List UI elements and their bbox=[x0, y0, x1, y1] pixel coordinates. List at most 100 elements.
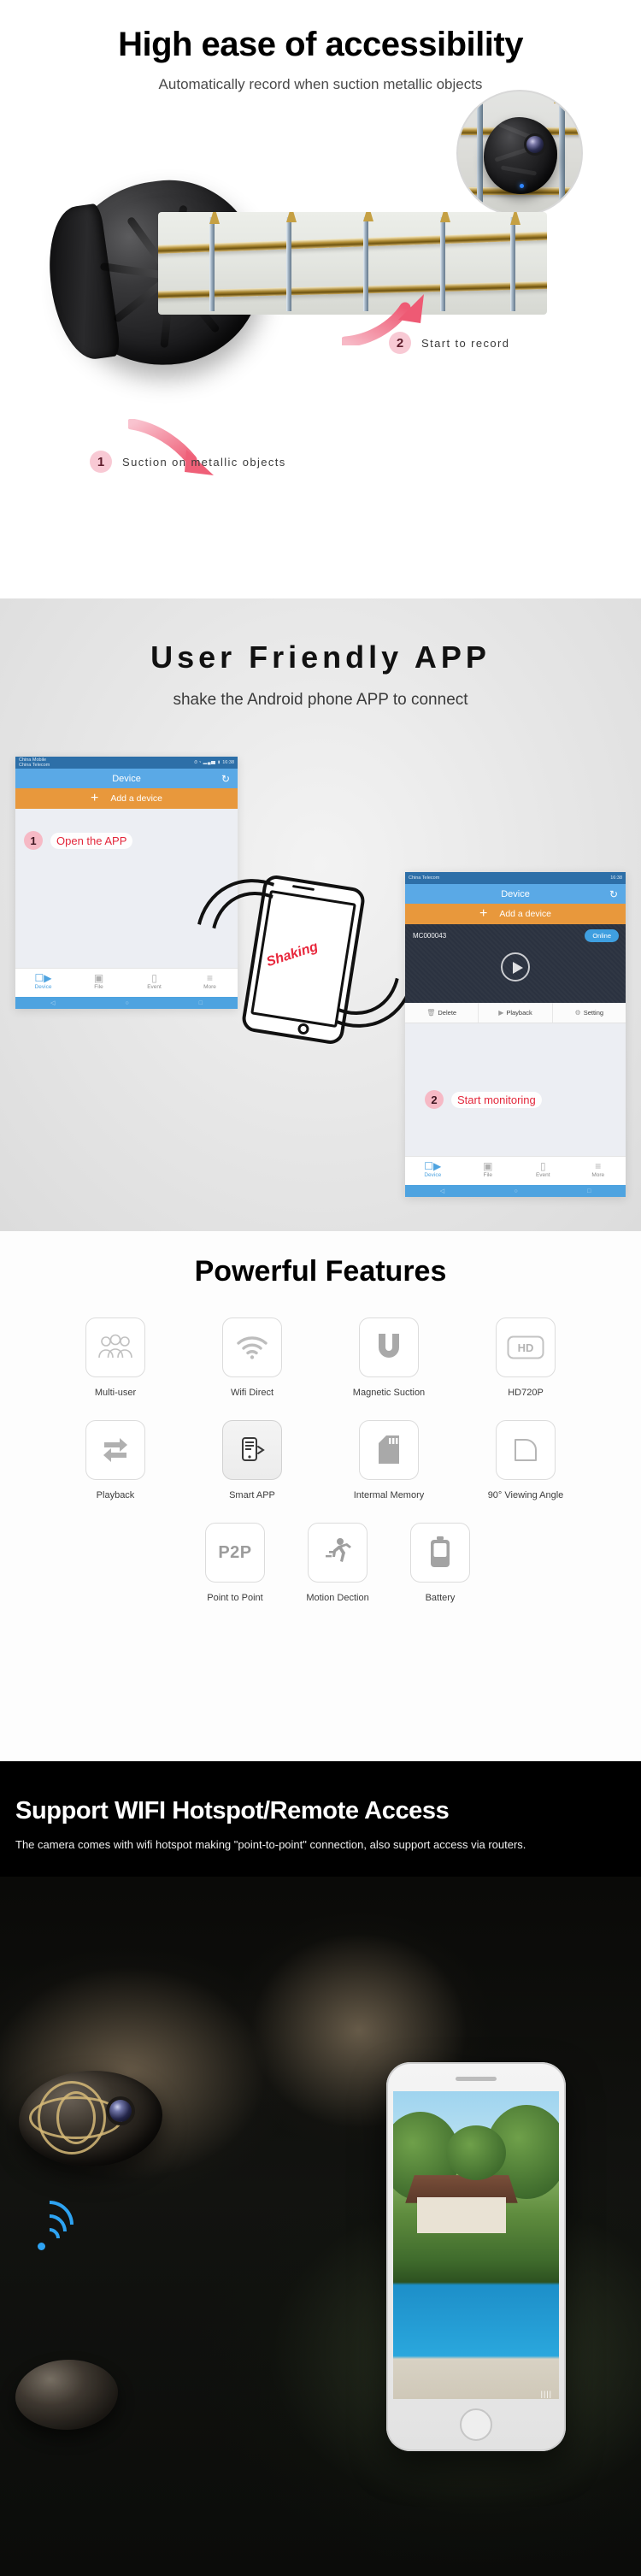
nav-device-label-left: Device bbox=[34, 984, 52, 990]
section-user-friendly-app: User Friendly APP shake the Android phon… bbox=[0, 598, 641, 1231]
features-row-2: Playback Smart APP Intermal Memory 90° V… bbox=[47, 1420, 594, 1500]
features-row-3: P2P Point to Point Motion Dection Batter… bbox=[47, 1523, 594, 1603]
step-2-number: 2 bbox=[389, 332, 411, 354]
app-header-title-right: Device bbox=[501, 888, 530, 899]
add-device-label-right: Add a device bbox=[499, 909, 552, 919]
accessibility-subtitle: Automatically record when suction metall… bbox=[158, 76, 483, 92]
image-icon: ▣ bbox=[93, 972, 104, 984]
feature-wifi-direct: Wifi Direct bbox=[184, 1317, 320, 1398]
hd-icon: HD bbox=[496, 1317, 556, 1377]
feature-label: Multi-user bbox=[94, 1388, 137, 1398]
feature-internal-memory: Intermal Memory bbox=[320, 1420, 457, 1500]
nav-event-label-left: Event bbox=[147, 984, 162, 990]
status-time-left: 16:38 bbox=[222, 760, 234, 765]
feature-viewing-angle: 90° Viewing Angle bbox=[457, 1420, 594, 1500]
step-1-suction: 1 Suction on metallic objects bbox=[90, 451, 286, 473]
app-bottom-nav-right: ☐▶ Device ▣ File ▯ Event ≡ More bbox=[405, 1156, 626, 1185]
status-led bbox=[520, 184, 524, 188]
app-title: User Friendly APP bbox=[150, 640, 491, 675]
step-1-number: 1 bbox=[90, 451, 112, 473]
app-screenshot-right: China Telecom 16:38 Device ↻ + Add a dev… bbox=[405, 872, 626, 1197]
wifi-description: The camera comes with wifi hotspot makin… bbox=[15, 1838, 526, 1851]
nav-more-right[interactable]: ≡ More bbox=[571, 1157, 626, 1185]
android-sysnav-left: ◁ ○ □ bbox=[15, 997, 238, 1009]
phone-home-button[interactable] bbox=[460, 2408, 492, 2441]
device-preview-card[interactable]: MC000043 Online bbox=[405, 924, 626, 1003]
add-device-label-left: Add a device bbox=[110, 793, 163, 804]
feature-magnetic-suction: Magnetic Suction bbox=[320, 1317, 457, 1398]
nav-file-left[interactable]: ▣ File bbox=[71, 969, 126, 997]
carrier-line-1: China Mobile bbox=[19, 757, 47, 763]
feature-label: Wifi Direct bbox=[230, 1388, 274, 1398]
feature-motion-detection: Motion Dection bbox=[286, 1523, 389, 1603]
feature-point-to-point: P2P Point to Point bbox=[184, 1523, 286, 1603]
step-2-start-to-record: 2 Start to record bbox=[389, 332, 509, 354]
callout-2-text: Start monitoring bbox=[451, 1091, 542, 1108]
wifi-title: Support WIFI Hotspot/Remote Access bbox=[15, 1797, 450, 1824]
feature-label: 90° Viewing Angle bbox=[487, 1490, 564, 1500]
smart-app-icon bbox=[222, 1420, 282, 1480]
home-icon[interactable]: ○ bbox=[125, 1000, 128, 1006]
p2p-icon: P2P bbox=[205, 1523, 265, 1583]
section-powerful-features: Powerful Features Multi-user Wifi Direct… bbox=[0, 1231, 641, 1761]
setting-button[interactable]: ⚙ Setting bbox=[553, 1003, 626, 1023]
p2p-text: P2P bbox=[218, 1542, 252, 1562]
nav-event-right[interactable]: ▯ Event bbox=[515, 1157, 571, 1185]
features-title: Powerful Features bbox=[194, 1255, 447, 1288]
image-icon: ▣ bbox=[483, 1160, 493, 1172]
add-device-button-left[interactable]: + Add a device bbox=[15, 788, 238, 809]
sd-card-icon bbox=[359, 1420, 419, 1480]
nav-device-label-right: Device bbox=[424, 1172, 442, 1178]
app-header-title-left: Device bbox=[112, 773, 141, 784]
playback-button[interactable]: ▶ Playback bbox=[479, 1003, 553, 1023]
back-icon[interactable]: ◁ bbox=[440, 1188, 444, 1194]
feature-battery: Battery bbox=[389, 1523, 491, 1603]
message-icon: ▯ bbox=[539, 1160, 546, 1172]
accessibility-title: High ease of accessibility bbox=[118, 26, 523, 63]
plus-icon: + bbox=[90, 791, 99, 805]
app-header-left: Device ↻ bbox=[15, 769, 238, 788]
status-time-right: 16:38 bbox=[610, 875, 622, 881]
feature-label: Intermal Memory bbox=[353, 1490, 425, 1500]
wifi-icon bbox=[222, 1317, 282, 1377]
feature-label: Point to Point bbox=[207, 1593, 263, 1603]
refresh-icon[interactable]: ↻ bbox=[609, 888, 618, 900]
nav-event-left[interactable]: ▯ Event bbox=[126, 969, 182, 997]
app-subtitle: shake the Android phone APP to connect bbox=[173, 691, 468, 709]
delete-button[interactable]: 🗑 Delete bbox=[405, 1003, 479, 1023]
nav-device-left[interactable]: ☐▶ Device bbox=[15, 969, 71, 997]
app-body-right bbox=[405, 1023, 626, 1152]
app-header-right: Device ↻ bbox=[405, 884, 626, 904]
running-person-icon bbox=[308, 1523, 368, 1583]
nav-device-right[interactable]: ☐▶ Device bbox=[405, 1157, 461, 1185]
section-wifi-hotspot: Support WIFI Hotspot/Remote Access The c… bbox=[0, 1761, 641, 2576]
recents-icon[interactable]: □ bbox=[587, 1188, 591, 1194]
plus-icon: + bbox=[479, 906, 488, 921]
callout-open-the-app: 1 Open the APP bbox=[24, 831, 133, 850]
play-icon[interactable] bbox=[501, 952, 530, 981]
nav-file-label-right: File bbox=[483, 1172, 492, 1178]
callout-1-text: Open the APP bbox=[50, 832, 133, 849]
add-device-button-right[interactable]: + Add a device bbox=[405, 904, 626, 924]
nav-file-right[interactable]: ▣ File bbox=[461, 1157, 516, 1185]
carrier-line-2: China Telecom bbox=[19, 763, 50, 768]
feature-multi-user: Multi-user bbox=[47, 1317, 184, 1398]
camera-icon: ☐▶ bbox=[34, 972, 52, 984]
playback-label: Playback bbox=[506, 1009, 532, 1017]
step-2-label: Start to record bbox=[421, 336, 510, 350]
recents-icon[interactable]: □ bbox=[199, 1000, 203, 1006]
inset-camera-body bbox=[484, 117, 557, 194]
carrier-right: China Telecom bbox=[409, 875, 440, 881]
back-icon[interactable]: ◁ bbox=[50, 999, 55, 1006]
list-icon: ≡ bbox=[595, 1160, 602, 1172]
magnet-u-icon bbox=[359, 1317, 419, 1377]
nav-more-label-right: More bbox=[591, 1172, 605, 1178]
refresh-icon[interactable]: ↻ bbox=[221, 773, 230, 785]
feature-playback: Playback bbox=[47, 1420, 184, 1500]
feature-smart-app: Smart APP bbox=[184, 1420, 320, 1500]
setting-label: Setting bbox=[583, 1009, 604, 1017]
svg-text:HD: HD bbox=[518, 1341, 534, 1354]
multi-user-icon bbox=[85, 1317, 145, 1377]
home-icon[interactable]: ○ bbox=[514, 1188, 517, 1194]
phone-screen-live-feed bbox=[393, 2091, 559, 2399]
